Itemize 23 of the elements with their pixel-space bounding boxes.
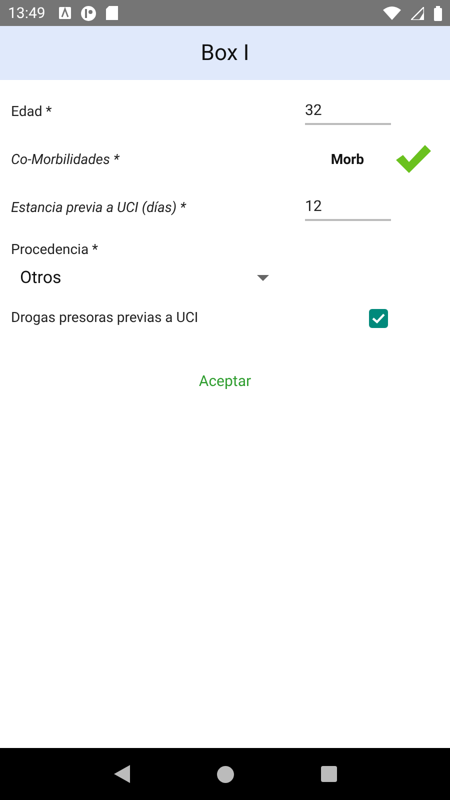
- notification-icon: [59, 7, 72, 19]
- field-label: Estancia previa a UCI (días) *: [11, 200, 188, 216]
- notification-icon: [81, 6, 96, 20]
- morb-button[interactable]: Morb: [330, 152, 364, 168]
- field-label: Procedencia *: [11, 241, 100, 258]
- signal-icon: [411, 6, 424, 20]
- recents-icon[interactable]: [320, 766, 336, 782]
- number-field[interactable]: 32: [305, 99, 391, 125]
- battery-icon: [434, 6, 442, 20]
- accept-button[interactable]: Aceptar: [190, 368, 260, 394]
- wifi-icon: [383, 6, 401, 20]
- home-icon[interactable]: [216, 766, 234, 782]
- number-field[interactable]: 12: [305, 195, 391, 221]
- dropdown[interactable]: Otros: [11, 258, 271, 298]
- field-label: Edad *: [11, 104, 53, 120]
- checkbox[interactable]: [369, 308, 388, 328]
- sd-card-icon: [106, 6, 118, 20]
- field-label: Drogas presoras previas a UCI: [11, 310, 200, 326]
- screen-title: Box I: [200, 40, 250, 66]
- caret-icon: [257, 275, 269, 281]
- clock: 13:49: [8, 4, 46, 22]
- back-icon[interactable]: [114, 765, 130, 783]
- field-label: Co-Morbilidades *: [11, 152, 120, 168]
